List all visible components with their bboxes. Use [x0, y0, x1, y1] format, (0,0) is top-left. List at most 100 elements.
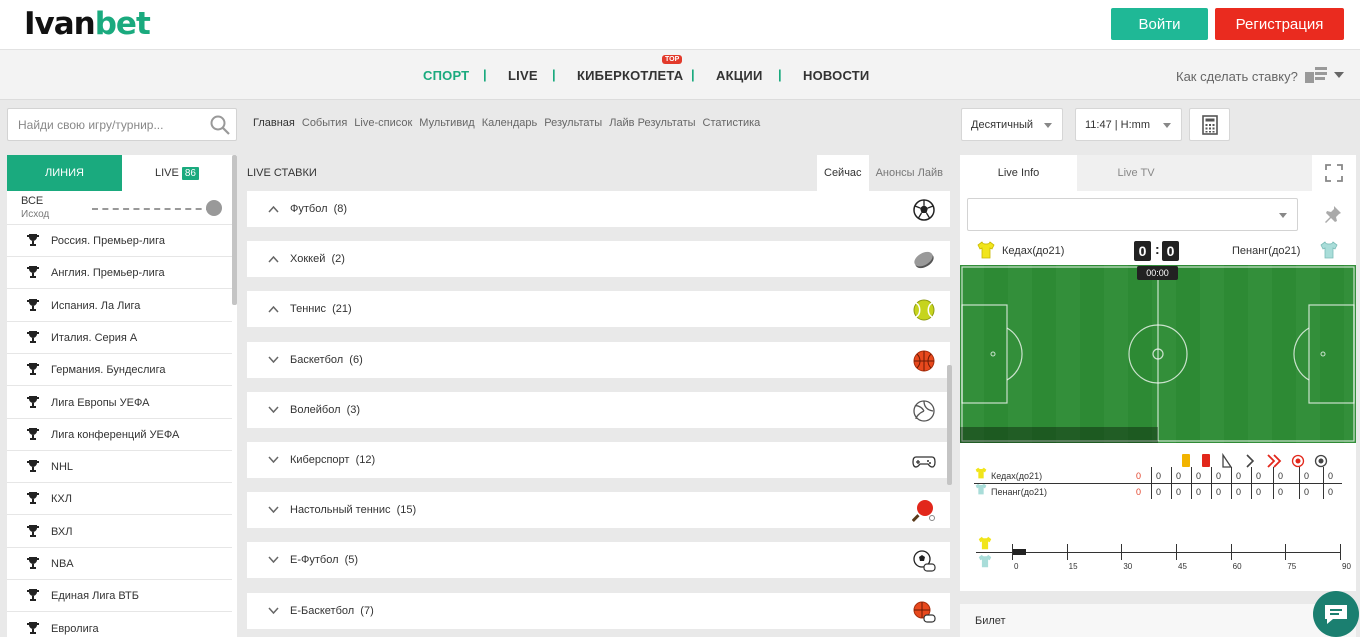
shot-off-target-icon [1314, 454, 1328, 468]
sport-row[interactable]: Волейбол (3) [247, 391, 950, 428]
home-team-name: Кедах(до21) [991, 471, 1043, 481]
stats-column-divider [1273, 467, 1274, 499]
volleyball-icon [913, 400, 935, 422]
logo[interactable]: Ivan bet [24, 2, 151, 46]
trophy-icon [26, 298, 40, 312]
odds-format-select[interactable]: Десятичный [961, 108, 1063, 141]
chevron-down-icon[interactable] [268, 355, 279, 364]
tab-live[interactable]: LIVE 86 [122, 155, 232, 191]
chevron-up-icon[interactable] [268, 254, 279, 263]
nav-cybercutlet[interactable]: КИБЕРКОТЛЕТА [577, 68, 683, 83]
home-shirt-icon [978, 536, 992, 550]
sport-row[interactable]: E-Баскетбол (7) [247, 592, 950, 629]
sublink-statistics[interactable]: Статистика [703, 117, 761, 129]
league-item[interactable]: ВХЛ [7, 516, 232, 548]
league-item[interactable]: Единая Лига ВТБ [7, 580, 232, 613]
shot-on-target-icon [1291, 454, 1305, 468]
top-bar: Ivan bet Войти Регистрация [0, 0, 1360, 49]
league-item[interactable]: Англия. Премьер-лига [7, 257, 232, 290]
tab-announcements[interactable]: Анонсы Лайв [869, 155, 950, 191]
chevron-down-icon[interactable] [268, 606, 279, 615]
match-select[interactable] [967, 198, 1298, 231]
stats-column-divider [1151, 467, 1152, 499]
sport-row[interactable]: E-Футбол (5) [247, 542, 950, 579]
league-item[interactable]: Евролига [7, 613, 232, 637]
chevron-up-icon[interactable] [268, 304, 279, 313]
league-name: Германия. Бундеслига [51, 364, 166, 377]
tab-live-info[interactable]: Live Info [960, 155, 1077, 191]
nav-live[interactable]: LIVE [508, 68, 538, 83]
nav-promotions[interactable]: АКЦИИ [716, 68, 763, 83]
away-stat-value: 0 [1278, 487, 1284, 497]
chevron-down-icon[interactable] [268, 505, 279, 514]
chevron-down-icon[interactable] [268, 405, 279, 414]
sport-row[interactable]: Теннис (21) [247, 291, 950, 328]
tab-live-tv[interactable]: Live TV [1077, 155, 1195, 191]
sport-row[interactable]: Хоккей (2) [247, 241, 950, 278]
chevron-down-icon[interactable] [268, 555, 279, 564]
football-icon [913, 199, 935, 221]
league-item[interactable]: NBA [7, 548, 232, 580]
league-item[interactable]: Германия. Бундеслига [7, 354, 232, 387]
chevron-down-icon[interactable] [1334, 72, 1344, 78]
league-name: NHL [51, 461, 74, 474]
calculator-button[interactable] [1189, 108, 1230, 141]
attack-icon [1246, 454, 1255, 468]
odds-format-value: Десятичный [971, 118, 1034, 131]
sport-row[interactable]: Футбол (8) [247, 191, 950, 227]
league-item[interactable]: NHL [7, 451, 232, 484]
left-scrollbar[interactable] [232, 155, 237, 305]
search-input[interactable] [8, 109, 198, 140]
league-item[interactable]: Испания. Ла Лига [7, 290, 232, 322]
filter-slider-handle[interactable] [206, 200, 222, 216]
sublink-events[interactable]: События [302, 117, 347, 129]
search-icon[interactable] [210, 115, 230, 135]
fullscreen-icon[interactable] [1325, 164, 1343, 182]
sublink-live-list[interactable]: Live-список [354, 117, 412, 129]
help-tickets-icon[interactable] [1305, 67, 1327, 83]
league-name: Англия. Премьер-лига [51, 267, 165, 280]
sport-row[interactable]: Баскетбол (6) [247, 341, 950, 378]
how-to-bet-link[interactable]: Как сделать ставку? [1176, 69, 1298, 84]
home-team-name: Кедах(до21) [1002, 245, 1065, 257]
trophy-icon [26, 233, 40, 247]
league-name: Италия. Серия А [51, 331, 138, 344]
away-stat-value: 0 [1236, 487, 1242, 497]
bet-slip[interactable]: Билет [960, 604, 1356, 637]
chevron-down-icon[interactable] [268, 455, 279, 464]
league-item[interactable]: Лига конференций УЕФА [7, 419, 232, 451]
sport-name: Теннис (21) [290, 303, 352, 316]
home-shirt-icon [977, 241, 995, 259]
home-stat-value: 0 [1136, 471, 1142, 481]
league-item[interactable]: Лига Европы УЕФА [7, 387, 232, 419]
sublink-home[interactable]: Главная [253, 117, 295, 129]
chat-button[interactable] [1313, 591, 1359, 637]
login-button[interactable]: Войти [1111, 8, 1208, 40]
sublink-live-results[interactable]: Лайв Результаты [609, 117, 695, 129]
tab-now[interactable]: Сейчас [817, 155, 869, 191]
league-name: NBA [51, 558, 74, 570]
sublink-calendar[interactable]: Календарь [482, 117, 538, 129]
sport-row[interactable]: Киберспорт (12) [247, 442, 950, 478]
filter-slider-track[interactable] [92, 208, 212, 210]
time-format-select[interactable]: 11:47 | H:mm [1075, 108, 1182, 141]
basketball-icon [913, 350, 935, 372]
chevron-up-icon[interactable] [268, 204, 279, 213]
nav-sport[interactable]: СПОРТ [423, 68, 469, 83]
register-button[interactable]: Регистрация [1215, 8, 1344, 40]
nav-news[interactable]: НОВОСТИ [803, 68, 869, 83]
pin-icon[interactable] [1324, 205, 1342, 223]
timeline-tick [1012, 544, 1013, 560]
center-scrollbar[interactable] [947, 365, 952, 485]
league-item[interactable]: КХЛ [7, 483, 232, 516]
sport-name: Баскетбол (6) [290, 353, 363, 366]
sublink-results[interactable]: Результаты [544, 117, 602, 129]
left-sidebar: ЛИНИЯ LIVE 86 ВСЕ Исход Россия. Премьер-… [7, 155, 237, 637]
tab-line[interactable]: ЛИНИЯ [7, 155, 122, 191]
home-stat-value: 0 [1328, 471, 1334, 481]
league-item[interactable]: Россия. Премьер-лига [7, 225, 232, 257]
sport-row[interactable]: Настольный теннис (15) [247, 492, 950, 529]
league-item[interactable]: Италия. Серия А [7, 322, 232, 354]
away-stat-value: 0 [1156, 487, 1162, 497]
sublink-multiview[interactable]: Мультивид [419, 117, 474, 129]
